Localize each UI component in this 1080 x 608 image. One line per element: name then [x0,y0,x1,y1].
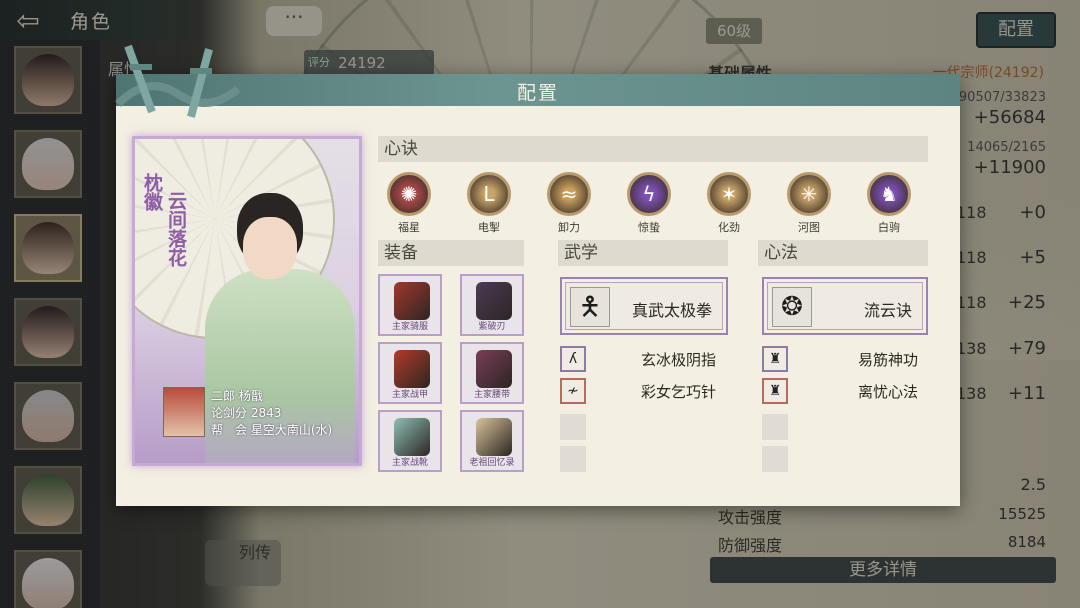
xinjue-item[interactable]: L 电掣 [464,172,514,235]
equipment-art-icon [394,350,430,388]
xinjue-label: 福星 [398,221,420,234]
xinjue-item[interactable]: ✺ 福星 [384,172,434,235]
equipment-slot[interactable]: 紫破刃 [460,274,524,336]
xinjue-label: 白驹 [878,221,900,234]
equipment-art-icon [394,418,430,456]
xinjue-label: 电掣 [478,221,500,234]
xinjue-orb-icon: ≈ [547,172,591,216]
equipment-art-icon [476,350,512,388]
skill-name: 易筋神功 [857,351,918,369]
xinfa-skill[interactable]: ♜ 离忧心法 [762,378,932,404]
skill-icon: ♜ [762,346,788,372]
sword-ornament-icon [115,44,241,118]
skill-icon: ʎ [560,346,586,372]
seal-icon: ❂ [772,287,812,327]
character-head [243,217,297,279]
equipment-art-icon [476,282,512,320]
xinjue-orb-icon: ✺ [387,172,431,216]
section-xinjue: 心诀 [378,136,928,162]
equipment-slot[interactable]: 主家战靴 [378,410,442,472]
xinjue-item[interactable]: ≈ 卸力 [544,172,594,235]
xinjue-orb-icon: ♞ [867,172,911,216]
wuxue-skill[interactable]: ≁ 彩女乞巧针 [560,378,730,404]
player-score: 论剑分 2843 [211,406,282,420]
player-name: 二郎 杨戬 [211,389,263,403]
player-info: 二郎 杨戬 论剑分 2843 帮 会 星空大南山(水) [163,387,353,439]
xinjue-orb-icon: ✳ [787,172,831,216]
empty-skill-slot[interactable] [762,414,788,440]
xinjue-item[interactable]: ♞ 白驹 [864,172,914,235]
xinjue-item[interactable]: ✶ 化劲 [704,172,754,235]
skill-icon: ≁ [560,378,586,404]
config-modal: 配置 枕徽 云间落花 二郎 杨戬 论剑分 2843 帮 会 星空大南山(水) 心… [115,44,960,506]
calligraphy-subtitle: 云间落花 [165,191,187,267]
section-equipment: 装备 [378,240,524,266]
empty-skill-slot[interactable] [762,446,788,472]
equipment-name: 老祖回忆录 [469,458,515,468]
equipment-slot[interactable]: 主家腰带 [460,342,524,404]
xinjue-label: 化劲 [718,221,740,234]
skill-name: 离忧心法 [857,383,918,401]
equipment-slot[interactable]: 主家骑服 [378,274,442,336]
skill-name: 彩女乞巧针 [640,383,716,401]
equipment-name: 主家战靴 [391,458,428,468]
wuxue-main-skill[interactable]: 🯅 真武太极拳 [560,277,728,335]
equipment-name: 主家骑服 [391,322,428,332]
equipment-slot[interactable]: 老祖回忆录 [460,410,524,472]
xinjue-item[interactable]: ✳ 河图 [784,172,834,235]
player-avatar [163,387,205,437]
wuxue-skill[interactable]: ʎ 玄冰极阴指 [560,346,730,372]
equipment-name: 主家战甲 [391,390,428,400]
player-guild: 帮 会 星空大南山(水) [211,423,333,437]
equipment-name: 主家腰带 [473,390,510,400]
xinfa-main-name: 流云诀 [863,301,912,320]
calligraphy-title: 枕徽 [141,173,163,211]
empty-skill-slot[interactable] [560,414,586,440]
equipment-name: 紫破刃 [478,322,506,332]
xinjue-orb-icon: ϟ [627,172,671,216]
equipment-slot[interactable]: 主家战甲 [378,342,442,404]
martial-figure-icon: 🯅 [570,287,610,327]
wuxue-main-name: 真武太极拳 [631,301,712,320]
xinfa-skill[interactable]: ♜ 易筋神功 [762,346,932,372]
skill-name: 玄冰极阴指 [640,351,716,369]
equipment-art-icon [476,418,512,456]
section-wuxue: 武学 [558,240,728,266]
xinjue-label: 河图 [798,221,820,234]
xinjue-orb-icon: ✶ [707,172,751,216]
xinjue-label: 卸力 [558,221,580,234]
character-portrait-card: 枕徽 云间落花 二郎 杨戬 论剑分 2843 帮 会 星空大南山(水) [132,136,362,466]
xinfa-main-skill[interactable]: ❂ 流云诀 [762,277,928,335]
equipment-art-icon [394,282,430,320]
xinjue-label: 惊蛰 [638,221,660,234]
xinjue-orb-icon: L [467,172,511,216]
empty-skill-slot[interactable] [560,446,586,472]
skill-icon: ♜ [762,378,788,404]
section-xinfa: 心法 [758,240,928,266]
xinjue-item[interactable]: ϟ 惊蛰 [624,172,674,235]
